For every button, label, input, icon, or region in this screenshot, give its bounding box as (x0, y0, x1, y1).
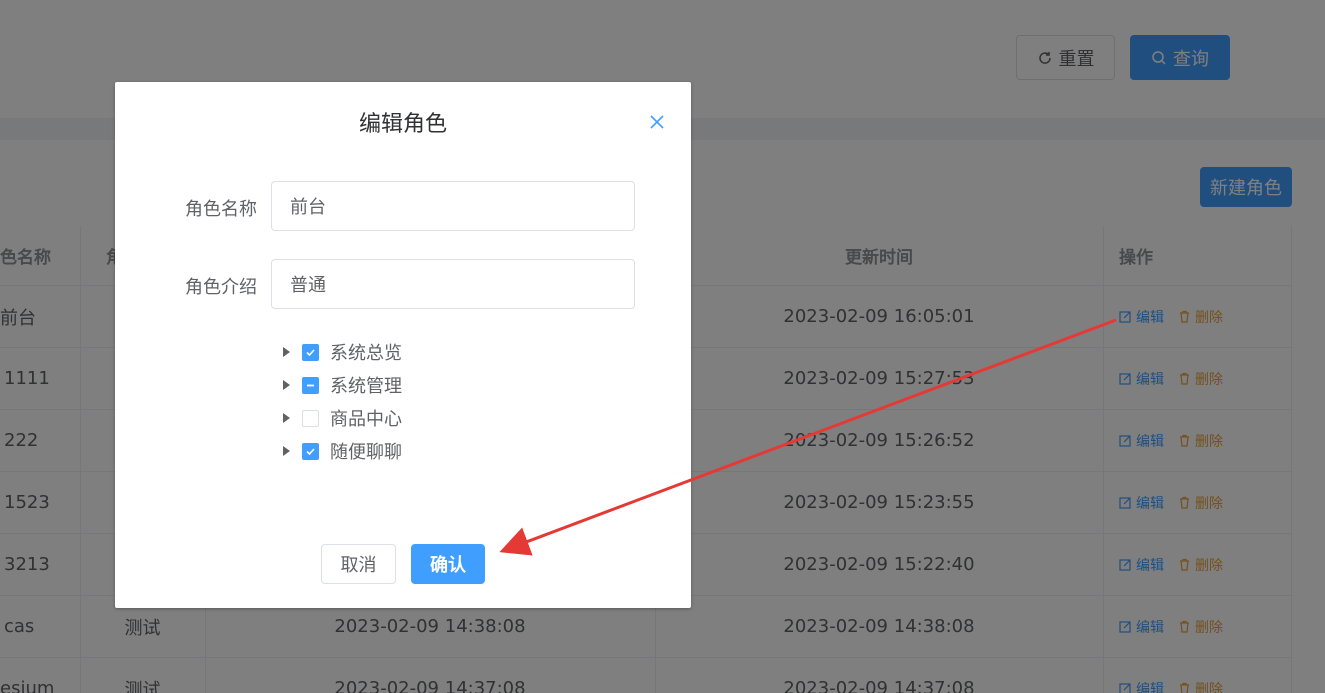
tree-node-checkbox[interactable] (302, 376, 319, 394)
expand-caret-icon[interactable] (283, 413, 290, 423)
expand-caret-icon[interactable] (283, 347, 290, 357)
tree-node-checkbox[interactable] (302, 409, 319, 427)
confirm-button[interactable]: 确认 (411, 544, 485, 584)
indeterminate-icon (307, 384, 314, 386)
role-desc-label: 角色介绍 (185, 277, 257, 298)
tree-node-label: 随便聊聊 (330, 442, 402, 463)
cancel-button[interactable]: 取消 (321, 544, 396, 584)
role-name-label: 角色名称 (185, 199, 257, 220)
close-icon[interactable] (647, 112, 667, 132)
check-icon (306, 348, 315, 356)
tree-node[interactable]: 商品中心 (283, 403, 402, 433)
tree-node[interactable]: 系统总览 (283, 337, 402, 367)
tree-node[interactable]: 系统管理 (283, 370, 402, 400)
role-desc-input[interactable] (271, 259, 635, 309)
tree-node-checkbox[interactable] (302, 343, 319, 361)
edit-role-dialog: 编辑角色 角色名称 角色介绍 系统总览系统管理商品中心随便聊聊 取消 确认 (115, 82, 691, 608)
tree-node-label: 系统管理 (330, 376, 402, 397)
dialog-title: 编辑角色 (358, 112, 447, 137)
tree-node-label: 商品中心 (330, 409, 402, 430)
tree-node-checkbox[interactable] (302, 442, 319, 460)
tree-node-label: 系统总览 (330, 343, 402, 364)
role-name-input[interactable] (271, 181, 635, 231)
expand-caret-icon[interactable] (283, 446, 290, 456)
tree-node[interactable]: 随便聊聊 (283, 436, 402, 466)
check-icon (306, 447, 315, 455)
expand-caret-icon[interactable] (283, 380, 290, 390)
